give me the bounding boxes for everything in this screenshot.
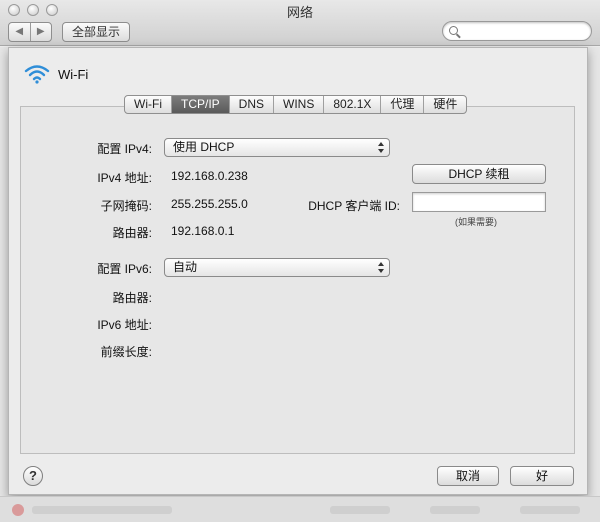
configure-ipv4-label: 配置 IPv4: [97,142,152,156]
ipv4-router-value: 192.168.0.1 [171,224,235,238]
tab-wifi[interactable]: Wi-Fi [125,96,172,113]
search-field[interactable] [442,21,592,41]
interface-name: Wi-Fi [58,66,89,82]
configure-ipv4-value: 使用 DHCP [173,140,235,154]
show-all-button[interactable]: 全部显示 [62,22,130,42]
window-title: 网络 [286,5,313,20]
configure-ipv6-value: 自动 [173,260,198,274]
footer-ghost-text [32,506,172,514]
prefix-length-label: 前缀长度: [100,345,152,359]
lock-icon [12,504,24,516]
ipv4-address-label: IPv4 地址: [97,171,152,185]
tab-tcpip[interactable]: TCP/IP [171,96,230,113]
tab-content-panel [20,106,575,454]
popup-arrows-icon [378,261,385,274]
footer-ghost-button [520,506,580,514]
configure-ipv4-popup[interactable]: 使用 DHCP [164,138,390,157]
dhcp-client-id-hint: (如果需要) [455,217,497,227]
footer-ghost-button [330,506,390,514]
tab-8021x[interactable]: 802.1X [324,96,382,113]
ipv6-address-label: IPv6 地址: [97,318,152,332]
window-footer-background [0,496,600,522]
back-forward-control: ◀ ▶ [8,22,52,42]
cancel-button[interactable]: 取消 [437,466,499,486]
help-button[interactable]: ? [23,466,43,486]
title-bar: 网络 ◀ ▶ 全部显示 [0,0,600,46]
tab-dns[interactable]: DNS [230,96,274,113]
subnet-mask-label: 子网掩码: [100,199,152,213]
forward-button[interactable]: ▶ [31,23,52,41]
dhcp-client-id-label: DHCP 客户端 ID: [308,199,400,213]
ipv6-router-label: 路由器: [112,291,152,305]
ok-button[interactable]: 好 [510,466,574,486]
footer-ghost-button [430,506,480,514]
ipv4-router-label: 路由器: [112,226,152,240]
configure-ipv6-label: 配置 IPv6: [97,262,152,276]
subnet-mask-value: 255.255.255.0 [171,197,248,211]
settings-tab-bar: Wi-Fi TCP/IP DNS WINS 802.1X 代理 硬件 [124,95,468,114]
dhcp-client-id-field[interactable] [412,192,546,212]
interface-header: Wi-Fi [24,64,88,84]
popup-arrows-icon [378,141,385,154]
configure-ipv6-popup[interactable]: 自动 [164,258,390,277]
search-icon [449,26,458,35]
tab-wins[interactable]: WINS [274,96,325,113]
back-button[interactable]: ◀ [9,23,31,41]
ipv4-address-value: 192.168.0.238 [171,169,248,183]
dhcp-renew-button[interactable]: DHCP 续租 [412,164,546,184]
wifi-icon [24,65,50,84]
tab-proxies[interactable]: 代理 [381,96,425,113]
tab-hardware[interactable]: 硬件 [424,96,466,113]
